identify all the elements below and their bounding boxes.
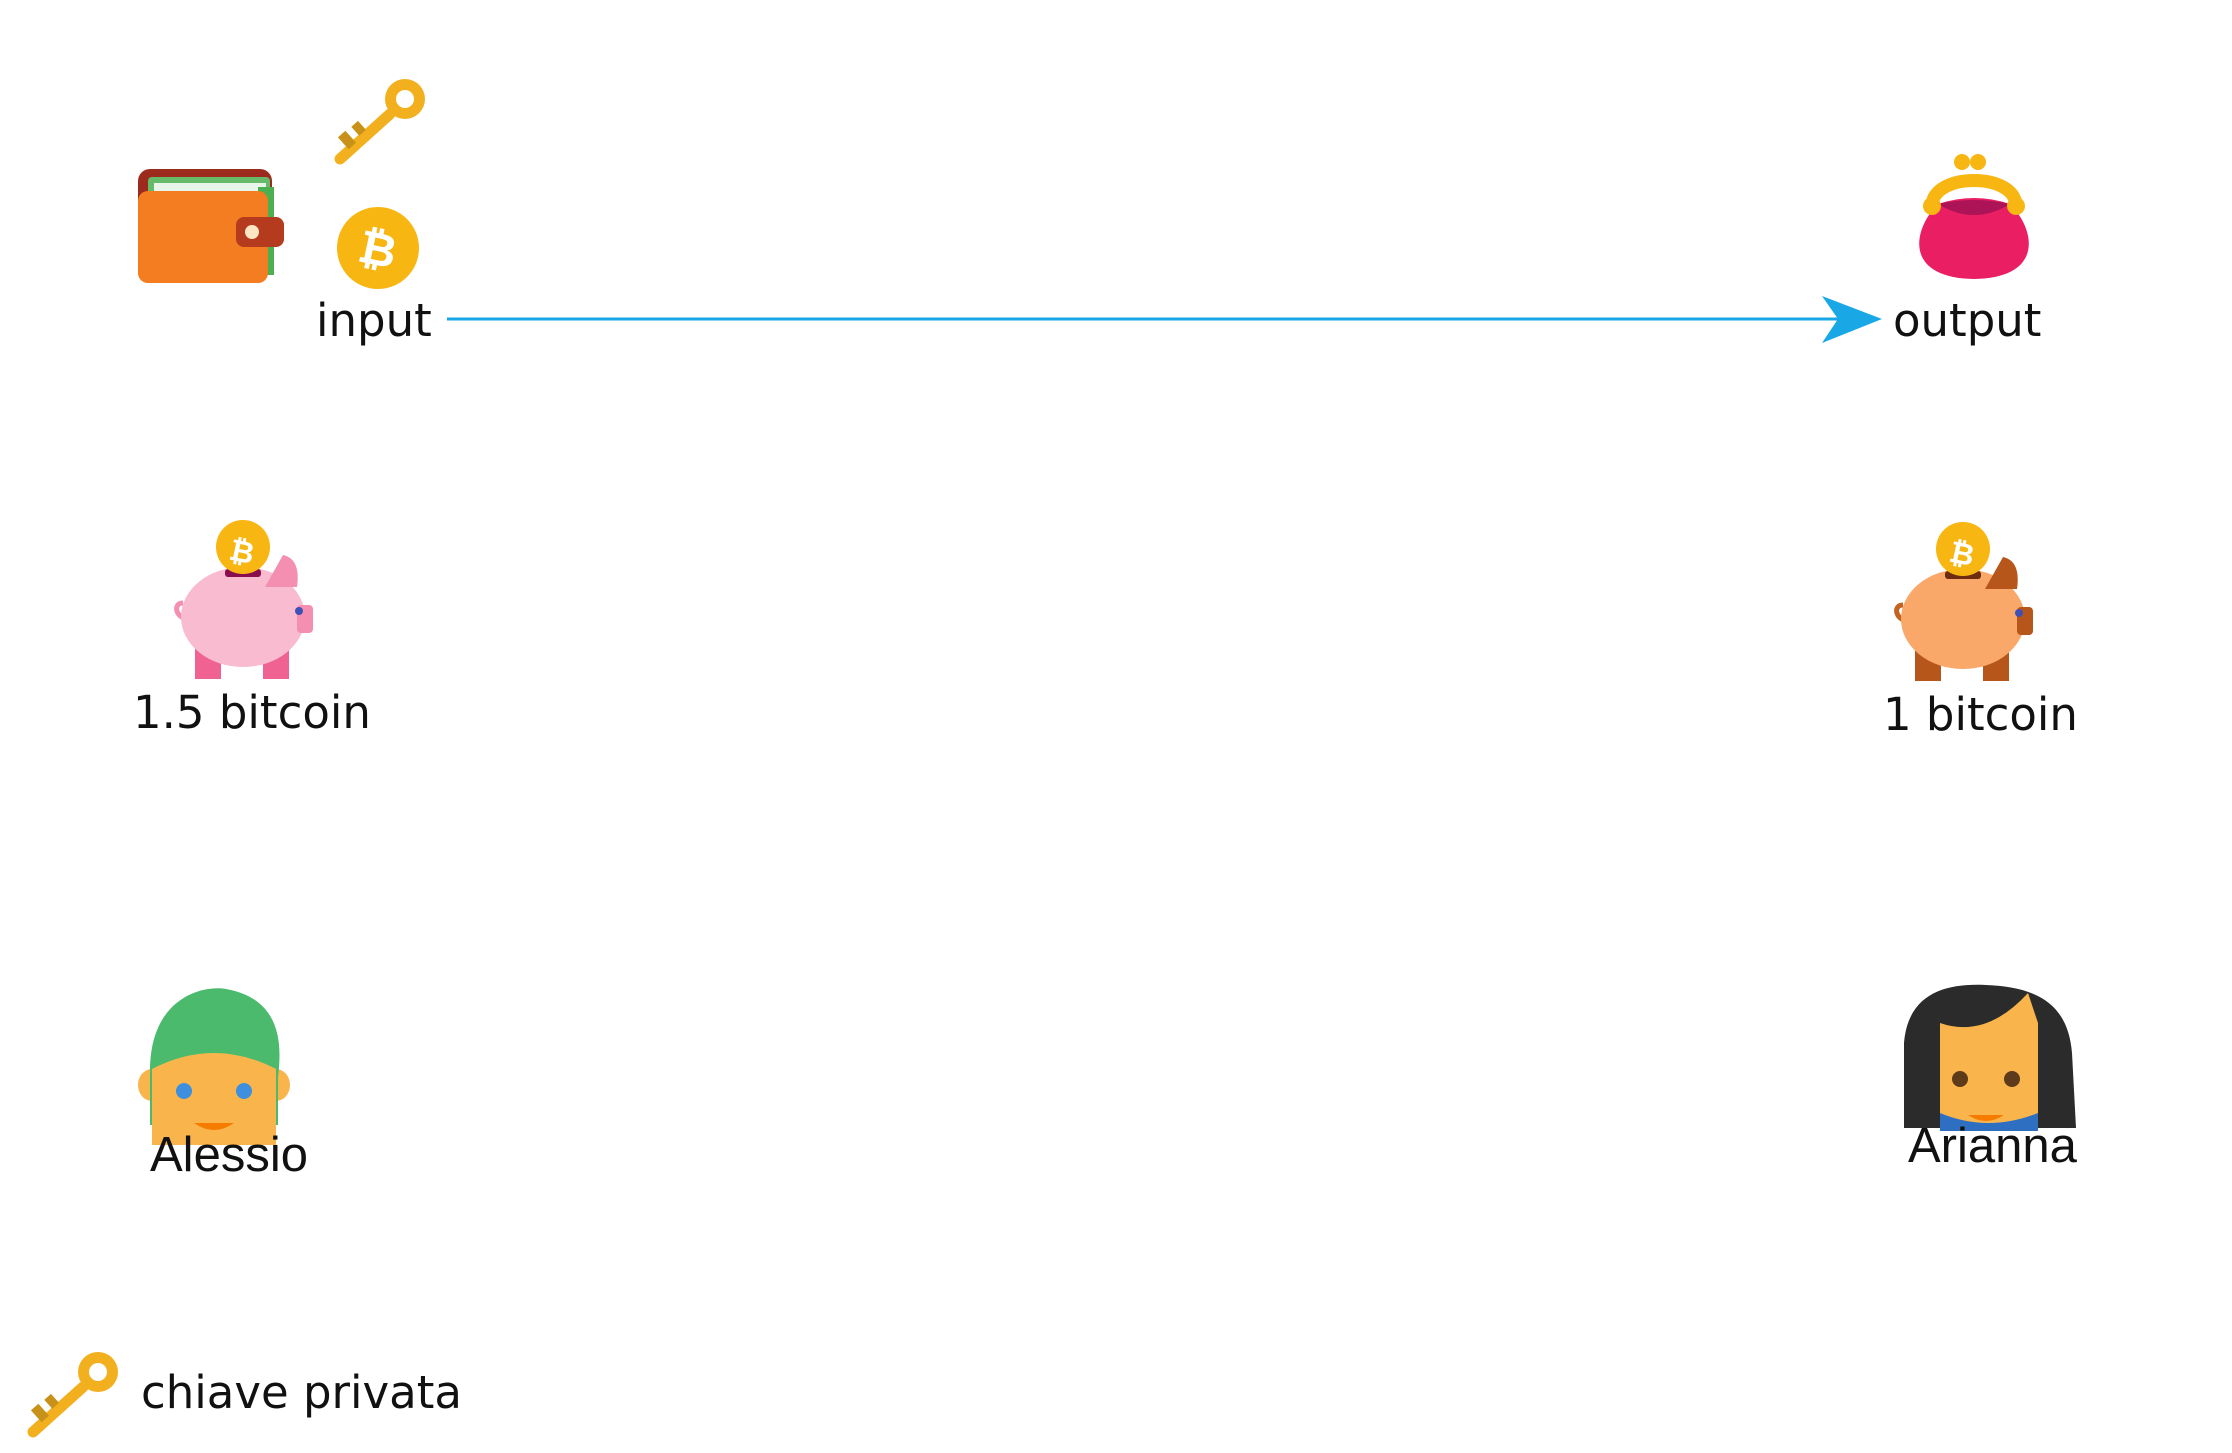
output-amount-label: 1 bitcoin — [1883, 688, 2078, 741]
input-label: input — [316, 294, 432, 347]
sender-name: Alessio — [150, 1128, 308, 1182]
purse-icon — [1919, 154, 2029, 279]
piggy-bank-icon: ₿ — [174, 520, 313, 679]
recipient-name: Arianna — [1908, 1119, 2077, 1173]
piggy-bank-icon: ₿ — [1894, 522, 2033, 681]
output-label: output — [1893, 294, 2042, 347]
bitcoin-coin-icon: ₿ — [337, 207, 419, 289]
wallet-icon — [138, 169, 284, 283]
key-icon — [334, 79, 425, 165]
man-avatar-icon — [138, 988, 290, 1145]
input-amount-label: 1.5 bitcoin — [133, 686, 371, 739]
woman-avatar-icon — [1904, 984, 2076, 1131]
legend-key-label: chiave privata — [141, 1366, 462, 1419]
key-icon — [27, 1352, 118, 1438]
